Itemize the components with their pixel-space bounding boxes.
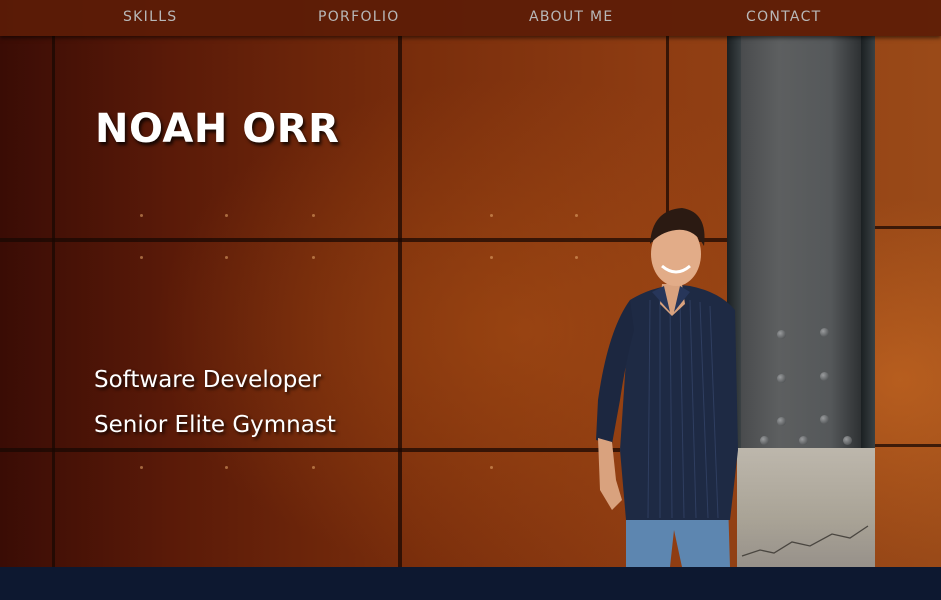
rivet xyxy=(575,256,578,259)
rivet xyxy=(140,256,143,259)
rivet xyxy=(490,466,493,469)
rivet xyxy=(312,256,315,259)
bolt xyxy=(777,374,786,383)
panel-seam xyxy=(875,444,941,447)
concrete-crack xyxy=(741,525,869,557)
rivet xyxy=(140,214,143,217)
bolt xyxy=(843,436,852,445)
nav-link-portfolio[interactable]: PORFOLIO xyxy=(318,9,400,25)
steel-column xyxy=(727,36,875,448)
bolt xyxy=(799,436,808,445)
rivet xyxy=(312,466,315,469)
hero-name-heading: NOAH ORR xyxy=(95,106,340,152)
portrait-photo xyxy=(596,208,738,567)
bolt xyxy=(777,330,786,339)
hero-tagline-developer: Software Developer xyxy=(94,367,321,393)
panel-seam xyxy=(52,36,55,567)
rivet xyxy=(225,214,228,217)
bolt xyxy=(777,417,786,426)
rivet xyxy=(312,214,315,217)
column-flange-right xyxy=(861,36,875,448)
rivet xyxy=(225,256,228,259)
nav-link-skills[interactable]: SKILLS xyxy=(123,9,177,25)
rivet xyxy=(490,214,493,217)
bolt xyxy=(820,328,829,337)
panel-seam xyxy=(0,448,620,452)
nav-link-contact[interactable]: CONTACT xyxy=(746,9,822,25)
rivet xyxy=(140,466,143,469)
rivet xyxy=(575,214,578,217)
hero-tagline-gymnast: Senior Elite Gymnast xyxy=(94,412,336,438)
rivet xyxy=(225,466,228,469)
bolt xyxy=(760,436,769,445)
panel-seam xyxy=(398,36,402,567)
bolt xyxy=(820,372,829,381)
bolt xyxy=(820,415,829,424)
nav-link-about-me[interactable]: ABOUT ME xyxy=(529,9,614,25)
panel-seam xyxy=(875,226,941,229)
footer-band xyxy=(0,567,941,600)
top-navbar: SKILLS PORFOLIO ABOUT ME CONTACT xyxy=(0,0,941,36)
rivet xyxy=(490,256,493,259)
